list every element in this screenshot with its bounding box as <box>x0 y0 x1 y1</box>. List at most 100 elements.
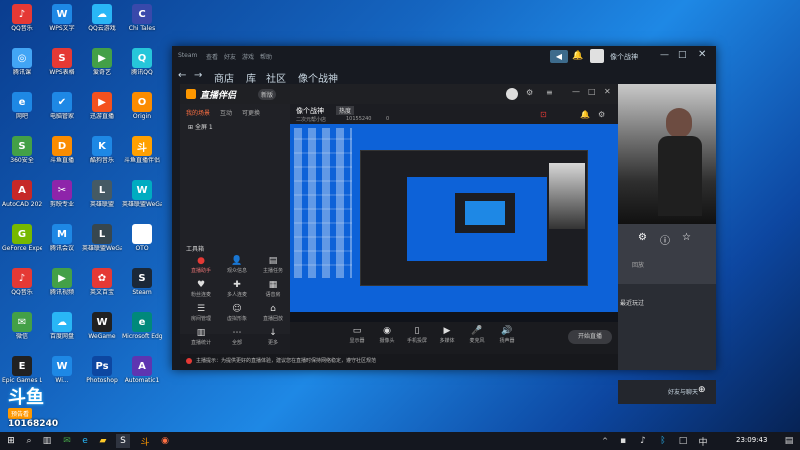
category-badge[interactable]: 二次元帮小店 <box>296 116 326 123</box>
search-icon[interactable]: ⌕ <box>22 434 36 448</box>
friends-chat-button[interactable]: 好友与聊天 ⊕ <box>618 380 716 404</box>
menu-steam[interactable]: Steam <box>178 52 197 59</box>
desktop-icon[interactable]: ✿ 英文百宝 <box>82 266 122 308</box>
control-button[interactable]: ▶ 多媒体 <box>434 325 460 344</box>
user-avatar[interactable] <box>590 49 604 63</box>
tool-item[interactable]: ♥ 粉丝连麦 <box>184 280 218 302</box>
desktop-icon[interactable]: M 腾讯会议 <box>42 222 82 264</box>
desktop-icon[interactable]: A AutoCAD 2020 <box>2 178 42 220</box>
tool-item[interactable]: ☺ 虚拟形象 <box>220 304 254 326</box>
tab-my-scenes[interactable]: 我的场景 <box>186 108 210 117</box>
control-button[interactable]: ▯ 手机投屏 <box>404 325 430 344</box>
desktop-icon[interactable]: W WPS文字 <box>42 2 82 44</box>
desktop-icon[interactable]: S Steam <box>122 266 162 308</box>
add-friend-icon[interactable]: ⊕ <box>698 385 706 395</box>
desktop-icon[interactable]: ✔ 电脑管家 <box>42 90 82 132</box>
menu-help[interactable]: 帮助 <box>260 52 272 61</box>
tray-volume-icon[interactable]: ♪ <box>636 434 650 448</box>
minimize-button[interactable]: — <box>660 50 669 60</box>
broadcast-button[interactable]: ◀ <box>550 50 568 63</box>
desktop-icon[interactable]: ☁ QQ云游戏 <box>82 2 122 44</box>
steam-taskbar-icon[interactable]: S <box>116 434 130 448</box>
favorite-star-icon[interactable]: ☆ <box>682 232 691 243</box>
tool-item[interactable]: ● 直播助手 <box>184 256 218 278</box>
desktop-icon[interactable]: ✉ 微信 <box>2 310 42 352</box>
desktop-icon[interactable]: L 英雄联盟 <box>82 178 122 220</box>
gift-icon[interactable]: ⊡ <box>540 110 547 119</box>
desktop-icon[interactable]: ▶ 爱奇艺 <box>82 46 122 88</box>
desktop-icon[interactable]: e 网吧 <box>2 90 42 132</box>
tray-network-icon[interactable]: ▪ <box>616 434 630 448</box>
desktop-icon[interactable]: O Origin <box>122 90 162 132</box>
desktop-icon[interactable]: ✂ 剪映专业 <box>42 178 82 220</box>
desktop-icon[interactable]: ◎ 腾讯课 <box>2 46 42 88</box>
tool-item[interactable]: ⌂ 直播回放 <box>256 304 290 326</box>
desktop-icon[interactable]: W英雄联盟WeGame <box>122 178 162 220</box>
control-button[interactable]: 🔊 扬声器 <box>494 325 520 344</box>
douyu-taskbar-icon[interactable]: 斗 <box>138 434 152 448</box>
settings-icon[interactable]: ⚙ <box>526 88 533 97</box>
menu-friends[interactable]: 好友 <box>224 52 236 61</box>
maximize-button[interactable]: □ <box>678 50 687 60</box>
desktop-icon[interactable]: e Microsoft Edge <box>122 310 162 352</box>
menu-games[interactable]: 游戏 <box>242 52 254 61</box>
close-button[interactable]: ✕ <box>698 49 706 60</box>
bell-icon[interactable]: 🔔 <box>580 110 590 119</box>
desktop-icon[interactable]: ▶ 腾讯视频 <box>42 266 82 308</box>
start-windows-icon[interactable]: ⊞ <box>4 434 18 448</box>
desktop-icon[interactable]: 斗斗鱼直播伴侣 <box>122 134 162 176</box>
back-arrow-icon[interactable]: ← <box>178 70 186 81</box>
tool-item[interactable]: ⋯ 全部 <box>220 328 254 350</box>
desktop-icon[interactable]: GGeForce Experience <box>2 222 42 264</box>
control-button[interactable]: 🎤 麦克风 <box>464 325 490 344</box>
companion-close[interactable]: ✕ <box>604 87 611 96</box>
start-live-button[interactable]: 开始直播 <box>568 330 612 344</box>
nav-community[interactable]: 社区 <box>266 70 286 85</box>
notification-bell-icon[interactable]: 🔔 <box>572 50 586 63</box>
account-name[interactable]: 像个战神 <box>610 52 638 62</box>
tab-interact[interactable]: 互动 <box>220 108 232 117</box>
wechat-icon[interactable]: ✉ <box>60 434 74 448</box>
tool-item[interactable]: ☰ 房间管理 <box>184 304 218 326</box>
companion-maximize[interactable]: □ <box>588 87 596 96</box>
desktop-icon[interactable]: □ OTO <box>122 222 162 264</box>
tool-item[interactable]: ▥ 直播统计 <box>184 328 218 350</box>
control-button[interactable]: ◉ 摄像头 <box>374 325 400 344</box>
menu-icon[interactable]: ≡ <box>546 88 553 97</box>
desktop-icon[interactable]: C Chi Tales <box>122 2 162 44</box>
settings-gear-icon[interactable]: ⚙ <box>638 232 647 243</box>
notification-center-icon[interactable]: ▤ <box>782 434 796 448</box>
nav-store[interactable]: 商店 <box>214 70 234 85</box>
control-button[interactable]: ▭ 显示器 <box>344 325 370 344</box>
explorer-folder-icon[interactable]: ▰ <box>96 434 110 448</box>
desktop-icon[interactable]: ▶ 迅游直播 <box>82 90 122 132</box>
info-icon[interactable]: ⓘ <box>660 232 670 247</box>
desktop-icon[interactable]: ♪ QQ音乐 <box>2 266 42 308</box>
companion-avatar[interactable] <box>506 88 518 100</box>
desktop-icon[interactable]: D 斗鱼直播 <box>42 134 82 176</box>
desktop-icon[interactable]: A Automatic1 <box>122 354 162 396</box>
menu-view[interactable]: 查看 <box>206 52 218 61</box>
desktop-icon[interactable]: S WPS表格 <box>42 46 82 88</box>
tool-item[interactable]: ▤ 主播任务 <box>256 256 290 278</box>
tray-chevron-icon[interactable]: ^ <box>598 434 612 448</box>
desktop-icon[interactable]: K 酷狗音乐 <box>82 134 122 176</box>
stream-title[interactable]: 像个战神 <box>296 106 324 116</box>
desktop-icon[interactable]: S 360安全 <box>2 134 42 176</box>
tool-item[interactable]: 👤 观众信息 <box>220 256 254 278</box>
desktop-icon[interactable]: ♪ QQ音乐 <box>2 2 42 44</box>
tray-bluetooth-icon[interactable]: ᛒ <box>656 434 670 448</box>
task-view-icon[interactable]: ▥ <box>40 434 54 448</box>
tray-input-icon[interactable]: 中 <box>696 434 710 448</box>
forward-arrow-icon[interactable]: → <box>194 70 202 81</box>
nav-username[interactable]: 像个战神 <box>298 70 338 85</box>
desktop-icon[interactable]: L英雄联盟WeGame版 <box>82 222 122 264</box>
desktop-icon[interactable]: Q 腾讯QQ <box>122 46 162 88</box>
desktop-icon[interactable]: Ps Photoshop <box>82 354 122 396</box>
tray-display-icon[interactable]: □ <box>676 434 690 448</box>
tab-replaceable[interactable]: 可更换 <box>242 108 260 117</box>
desktop-icon[interactable]: ☁ 百度网盘 <box>42 310 82 352</box>
desktop-icon[interactable]: W WeGame <box>82 310 122 352</box>
edge-icon[interactable]: e <box>78 434 92 448</box>
share-icon[interactable]: ⚙ <box>598 110 605 119</box>
